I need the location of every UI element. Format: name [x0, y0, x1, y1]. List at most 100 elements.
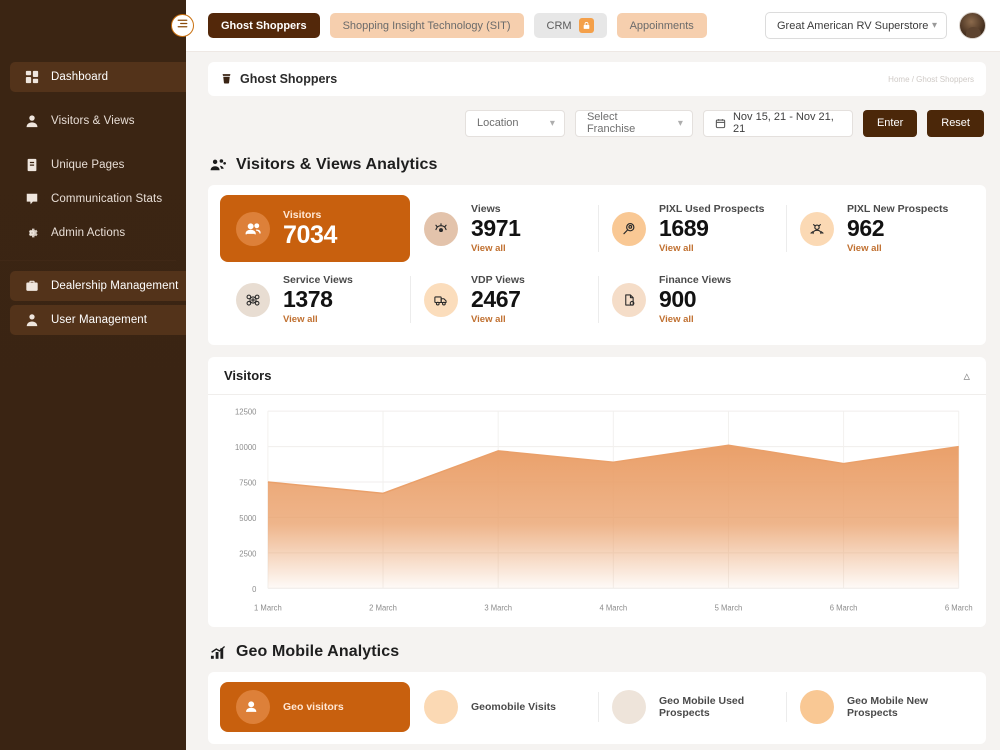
- stat-label: Finance Views: [659, 274, 732, 287]
- view-all-link[interactable]: View all: [659, 314, 731, 325]
- analytics-section-title: Visitors & Views Analytics: [236, 156, 438, 173]
- breadcrumb: Home / Ghost Shoppers: [888, 74, 974, 84]
- stat-card-body: Visitors 7034: [283, 209, 337, 248]
- geo-row-1: Geo visitors Geomobile Visits Geo Mobile…: [220, 682, 974, 733]
- stat-label: PIXL New Prospects: [847, 203, 949, 215]
- stat-label: VDP Views: [471, 274, 525, 287]
- x-axis-tick-label: 2 March: [369, 604, 397, 613]
- y-axis-tick-label: 10000: [235, 443, 257, 452]
- tab-ghost-shoppers[interactable]: Ghost Shoppers: [208, 13, 320, 38]
- analytics-cards: Visitors 7034 Views 3971 View all PIXL U…: [208, 185, 986, 346]
- geomobile-visits-icon: [424, 690, 458, 725]
- chevron-down-icon: ▾: [931, 20, 937, 31]
- visitors-chart-header: Visitors ▵: [208, 357, 986, 396]
- geo-visitors-icon: [236, 690, 270, 725]
- stat-card-pixl-used-prospects[interactable]: PIXL Used Prospects 1689 View all: [598, 195, 786, 262]
- sidebar-header: [0, 0, 186, 52]
- location-select[interactable]: Location ▾: [464, 109, 565, 137]
- sidebar-item-user-management[interactable]: User Management: [10, 305, 186, 335]
- y-axis-tick-label: 0: [252, 585, 257, 594]
- tab-shopping-insight-technology[interactable]: Shopping Insight Technology (SIT): [329, 13, 524, 38]
- sidebar-item-label: Admin Actions: [51, 227, 126, 239]
- stat-value: 3971: [471, 215, 521, 241]
- cup-icon: [220, 72, 233, 86]
- tab-appointments[interactable]: Appoinments: [616, 13, 707, 38]
- geo-card-body: Geo visitors: [283, 701, 344, 714]
- x-axis-tick-label: 1 March: [254, 604, 282, 613]
- tab-label: Ghost Shoppers: [221, 19, 307, 32]
- geo-card-label: Geomobile Visits: [471, 700, 556, 713]
- sidebar-item-dashboard[interactable]: Dashboard: [10, 62, 186, 92]
- y-axis-tick-label: 2500: [239, 550, 257, 559]
- chevron-down-icon: ▾: [549, 117, 555, 129]
- date-range-picker[interactable]: Nov 15, 21 - Nov 21, 21: [702, 109, 853, 137]
- avatar[interactable]: [959, 12, 986, 39]
- sidebar-item-label: Dashboard: [51, 71, 109, 83]
- geo-mobile-new-prospects-icon: [800, 690, 834, 725]
- stat-card-vdp-views[interactable]: VDP Views 2467 View all: [410, 266, 598, 333]
- sidebar-item-admin-actions[interactable]: Admin Actions: [10, 218, 186, 248]
- view-all-link[interactable]: View all: [659, 243, 764, 254]
- visitors-chart-plot: 0 2500 5000 7500 10000 12500 1 March 2 March 3 M…: [208, 395, 986, 627]
- enter-button[interactable]: Enter: [862, 109, 918, 137]
- sidebar-divider: [0, 260, 176, 261]
- view-all-link[interactable]: View all: [471, 243, 521, 254]
- chevron-up-icon[interactable]: ▵: [963, 369, 970, 382]
- dashboard-page: Dashboard Visitors & Views Unique Pages: [0, 0, 1000, 750]
- view-all-link[interactable]: View all: [847, 243, 948, 254]
- tab-crm[interactable]: CRM: [533, 13, 607, 38]
- view-all-link[interactable]: View all: [471, 314, 525, 325]
- geo-card-geo-visitors[interactable]: Geo visitors: [220, 682, 410, 733]
- sidebar-item-dealership-management[interactable]: Dealership Management: [10, 271, 186, 301]
- stat-label: Views: [471, 203, 501, 215]
- sidebar-item-label: Dealership Management: [51, 280, 179, 292]
- x-axis-tick-label: 3 March: [484, 604, 512, 613]
- bar-chart-icon: [210, 644, 227, 661]
- geo-mobile-used-prospects-icon: [612, 690, 646, 725]
- geo-card-geomobile-visits[interactable]: Geomobile Visits: [410, 682, 598, 732]
- stat-card-views[interactable]: Views 3971 View all: [410, 195, 598, 262]
- sidebar-item-communication-stats[interactable]: Communication Stats: [10, 184, 186, 214]
- stat-card-visitors[interactable]: Visitors 7034: [220, 195, 410, 263]
- stat-value: 1689: [659, 215, 709, 241]
- stat-card-placeholder: [786, 266, 974, 333]
- chat-icon: [24, 192, 39, 207]
- grid-icon: [24, 70, 39, 85]
- stat-label: Service Views: [283, 274, 353, 287]
- lock-icon: [578, 18, 594, 33]
- visitors-chart-title: Visitors: [224, 368, 272, 384]
- y-axis-tick-label: 5000: [239, 514, 257, 523]
- sidebar-item-label: Communication Stats: [51, 193, 163, 205]
- stat-value: 1378: [283, 286, 333, 313]
- truck-icon: [424, 282, 458, 317]
- franchise-select[interactable]: Select Franchise ▾: [574, 109, 693, 137]
- tab-label: Appoinments: [629, 19, 694, 32]
- store-selector[interactable]: Great American RV Superstore ▾: [765, 12, 947, 39]
- stat-value: 962: [847, 215, 885, 241]
- chevron-down-icon: ▾: [677, 117, 683, 129]
- stat-card-body: Views 3971 View all: [471, 203, 521, 254]
- tab-label: CRM: [546, 19, 572, 32]
- gears-icon: [236, 282, 270, 317]
- geo-card-body: Geo Mobile Used Prospects: [659, 695, 780, 720]
- sidebar: Dashboard Visitors & Views Unique Pages: [0, 0, 186, 750]
- stat-card-pixl-new-prospects[interactable]: PIXL New Prospects 962 View all: [786, 195, 974, 262]
- geo-section-title: Geo Mobile Analytics: [236, 643, 400, 661]
- view-all-link[interactable]: View all: [283, 314, 353, 325]
- stat-card-service-views[interactable]: Service Views 1378 View all: [220, 266, 410, 333]
- hamburger-menu-icon: [176, 17, 189, 35]
- sidebar-item-visitors-views[interactable]: Visitors & Views: [10, 106, 186, 136]
- sidebar-item-unique-pages[interactable]: Unique Pages: [10, 150, 186, 180]
- reset-button[interactable]: Reset: [927, 109, 984, 137]
- geo-card-geo-mobile-new-prospects[interactable]: Geo Mobile New Prospects: [786, 682, 974, 732]
- geo-card-geo-mobile-used-prospects[interactable]: Geo Mobile Used Prospects: [598, 682, 786, 732]
- sidebar-secondary-group: Dealership Management User Management: [0, 271, 186, 335]
- sidebar-toggle-button[interactable]: [171, 14, 194, 37]
- y-axis-tick-label: 7500: [239, 479, 257, 488]
- sidebar-item-label: Unique Pages: [51, 159, 125, 171]
- stat-card-body: Service Views 1378 View all: [283, 274, 353, 325]
- stat-card-finance-views[interactable]: Finance Views 900 View all: [598, 266, 786, 333]
- briefcase-icon: [24, 279, 39, 294]
